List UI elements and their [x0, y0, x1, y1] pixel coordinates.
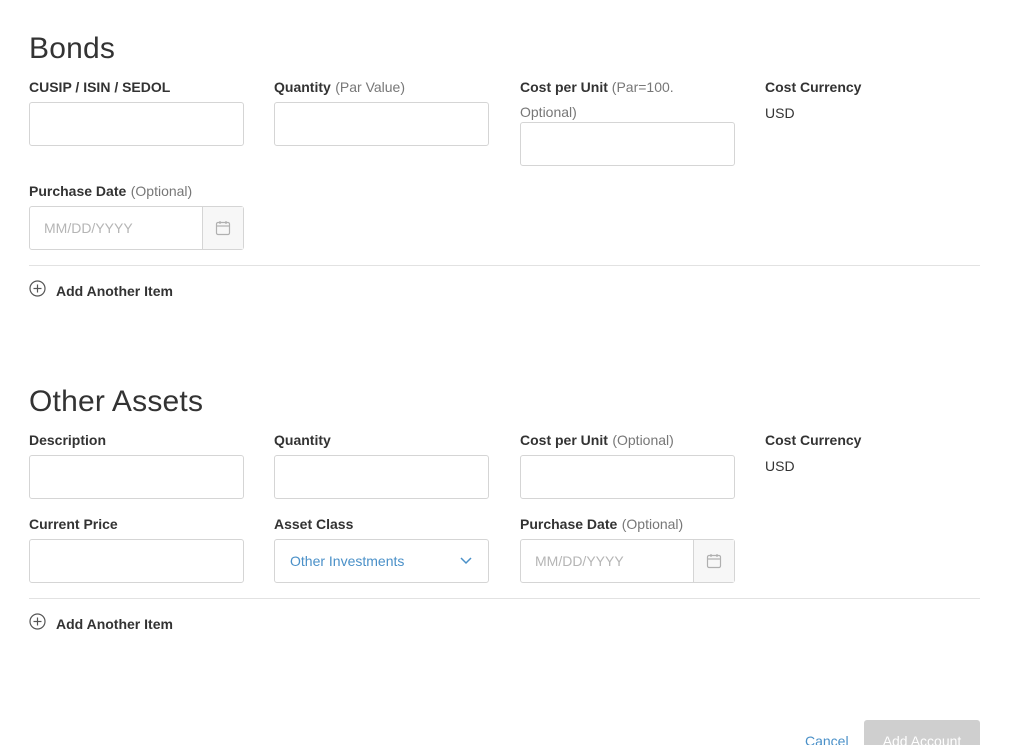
bonds-purchase-date-label-wrap: Purchase Date (Optional) — [29, 179, 244, 204]
oa-currency-value: USD — [765, 458, 795, 474]
chevron-down-icon[interactable] — [460, 552, 472, 570]
plus-circle-icon[interactable] — [29, 613, 46, 635]
bonds-cusip-label: CUSIP / ISIN / SEDOL — [29, 79, 171, 95]
oa-description-label-wrap: Description — [29, 428, 244, 453]
bonds-currency-value: USD — [765, 105, 795, 121]
bonds-purchase-date-field[interactable]: MM/DD/YYYY — [29, 206, 244, 250]
oa-purchase-date-label-wrap: Purchase Date (Optional) — [520, 512, 735, 537]
oa-asset-class-value[interactable]: Other Investments — [290, 553, 404, 569]
oa-purchase-date-field[interactable]: MM/DD/YYYY — [520, 539, 735, 583]
calendar-icon[interactable] — [202, 207, 243, 249]
oa-purchase-date-label: Purchase Date — [520, 516, 618, 532]
oa-description-input[interactable] — [29, 455, 244, 499]
oa-current-price-input[interactable] — [29, 539, 244, 583]
bonds-cost-hint-line1: (Par=100. — [611, 79, 674, 95]
bonds-divider — [29, 265, 980, 266]
bonds-cost-input[interactable] — [520, 122, 735, 166]
other-assets-section-title: Other Assets — [29, 385, 204, 418]
bonds-cost-label: Cost per Unit — [520, 79, 608, 95]
oa-description-label: Description — [29, 432, 107, 448]
oa-quantity-label: Quantity — [274, 432, 331, 448]
plus-circle-icon[interactable] — [29, 280, 46, 302]
bonds-quantity-input[interactable] — [274, 102, 489, 146]
oa-quantity-label-wrap: Quantity — [274, 428, 489, 453]
oa-purchase-date-input[interactable]: MM/DD/YYYY — [521, 540, 693, 582]
oa-current-price-label: Current Price — [29, 516, 118, 532]
bonds-quantity-label: Quantity — [274, 79, 331, 95]
add-account-button[interactable]: Add Account — [864, 720, 980, 745]
bonds-purchase-date-label: Purchase Date — [29, 183, 127, 199]
bonds-cusip-input[interactable] — [29, 102, 244, 146]
oa-asset-class-select[interactable]: Other Investments — [274, 539, 489, 583]
oa-add-another-item[interactable]: Add Another Item — [29, 613, 173, 635]
bonds-section-title: Bonds — [29, 32, 116, 65]
oa-asset-class-label: Asset Class — [274, 516, 354, 532]
other-assets-divider — [29, 598, 980, 599]
oa-currency-label: Cost Currency — [765, 432, 862, 448]
bonds-purchase-date-hint: (Optional) — [130, 183, 193, 199]
bonds-cusip-label-wrap: CUSIP / ISIN / SEDOL — [29, 75, 244, 100]
oa-quantity-input[interactable] — [274, 455, 489, 499]
bonds-quantity-hint: (Par Value) — [335, 79, 406, 95]
bonds-purchase-date-input[interactable]: MM/DD/YYYY — [30, 207, 202, 249]
bonds-currency-label: Cost Currency — [765, 79, 862, 95]
oa-cost-hint: (Optional) — [612, 432, 674, 448]
bonds-cost-label-wrap: Cost per Unit (Par=100. Optional) — [520, 75, 735, 125]
oa-cost-input[interactable] — [520, 455, 735, 499]
oa-asset-class-label-wrap: Asset Class — [274, 512, 489, 537]
bonds-cost-hint-line2: Optional) — [520, 104, 577, 120]
bonds-add-item-label[interactable]: Add Another Item — [56, 283, 173, 299]
cancel-button[interactable]: Cancel — [805, 733, 849, 745]
calendar-icon[interactable] — [693, 540, 734, 582]
oa-currency-wrap: Cost Currency USD — [765, 428, 980, 474]
bonds-quantity-label-wrap: Quantity (Par Value) — [274, 75, 489, 100]
oa-current-price-label-wrap: Current Price — [29, 512, 244, 537]
oa-add-item-label[interactable]: Add Another Item — [56, 616, 173, 632]
bonds-currency-wrap: Cost Currency USD — [765, 75, 980, 121]
oa-cost-label: Cost per Unit — [520, 432, 608, 448]
oa-purchase-date-hint: (Optional) — [621, 516, 684, 532]
oa-cost-label-wrap: Cost per Unit (Optional) — [520, 428, 735, 453]
bonds-add-another-item[interactable]: Add Another Item — [29, 280, 173, 302]
